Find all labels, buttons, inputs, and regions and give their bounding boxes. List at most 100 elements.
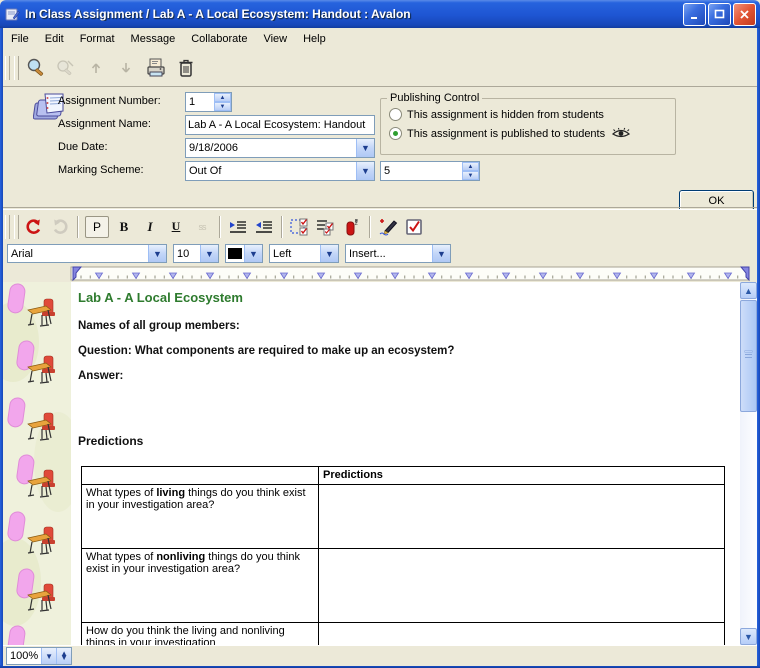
stepper-arrows[interactable]: ▲▼ <box>214 93 231 111</box>
undo-icon[interactable] <box>23 216 45 238</box>
due-date-combo[interactable]: 9/18/2006 ▼ <box>185 138 375 158</box>
print-icon[interactable] <box>143 55 169 81</box>
marking-scheme-combo[interactable]: Out Of ▼ <box>185 161 375 181</box>
application-window: In Class Assignment / Lab A - A Local Ec… <box>0 0 760 668</box>
header-cell-predictions: Predictions <box>319 467 725 485</box>
ruler[interactable] <box>3 265 757 282</box>
answer-cell[interactable] <box>319 549 725 623</box>
indent-icon[interactable] <box>227 216 249 238</box>
radio-icon-unselected[interactable] <box>389 108 402 121</box>
title-bar[interactable]: In Class Assignment / Lab A - A Local Ec… <box>0 0 760 28</box>
document-paragraph: Names of all group members: <box>78 320 240 332</box>
close-button[interactable] <box>733 3 756 26</box>
chevron-down-icon[interactable]: ▼ <box>200 245 218 262</box>
minimize-button[interactable] <box>683 3 706 26</box>
alignment-combo[interactable]: Left ▼ <box>269 244 339 263</box>
table-header-row: Predictions <box>82 467 725 485</box>
window-app-icon <box>4 6 20 22</box>
chevron-down-icon[interactable]: ▼ <box>148 245 166 262</box>
bold-button[interactable]: B <box>113 216 135 238</box>
italic-button[interactable]: I <box>139 216 161 238</box>
zoom-control[interactable]: 100% ▼ ▲▼ <box>6 647 72 665</box>
redo-icon-disabled <box>49 216 71 238</box>
table-row: What types of living things do you think… <box>82 485 725 549</box>
menu-message[interactable]: Message <box>123 30 184 48</box>
document-content[interactable]: Lab A - A Local Ecosystem Names of all g… <box>71 282 740 645</box>
menu-format[interactable]: Format <box>72 30 123 48</box>
strikethrough-icon-disabled: ss <box>191 216 213 238</box>
font-size-combo[interactable]: 10 ▼ <box>173 244 219 263</box>
toolbar-grip[interactable] <box>14 56 19 80</box>
menu-edit[interactable]: Edit <box>37 30 72 48</box>
chevron-down-icon[interactable]: ▼ <box>244 245 262 262</box>
chevron-down-icon[interactable]: ▼ <box>320 245 338 262</box>
insert-combo[interactable]: Insert... ▼ <box>345 244 451 263</box>
zoom-icon[interactable] <box>23 55 49 81</box>
delete-trash-icon[interactable] <box>173 55 199 81</box>
next-icon-disabled <box>113 55 139 81</box>
document-paragraph: Question: What components are required t… <box>78 345 454 357</box>
previous-icon-disabled <box>83 55 109 81</box>
toolbar-grip[interactable] <box>5 56 10 80</box>
paragraph-style-button[interactable]: P <box>85 216 109 238</box>
marking-points-stepper[interactable]: 5 ▲▼ <box>380 161 480 181</box>
auto-number-icon[interactable]: 2 <box>341 216 363 238</box>
radio-published-option[interactable]: This assignment is published to students <box>389 127 631 140</box>
scroll-down-icon[interactable]: ▼ <box>740 628 757 645</box>
assignment-name-label: Assignment Name: <box>58 118 151 130</box>
font-family-combo[interactable]: Arial ▼ <box>7 244 167 263</box>
chevron-down-icon[interactable]: ▼ <box>356 162 374 180</box>
chevron-down-icon[interactable]: ▼ <box>432 245 450 262</box>
multiple-choice-icon[interactable] <box>289 216 311 238</box>
document-editor[interactable]: Lab A - A Local Ecosystem Names of all g… <box>3 282 757 645</box>
vertical-scrollbar[interactable]: ▲ ▼ <box>740 282 757 645</box>
outdent-icon[interactable] <box>253 216 275 238</box>
divider <box>369 216 371 238</box>
menu-view[interactable]: View <box>255 30 295 48</box>
zoom-stepper[interactable]: ▲▼ <box>56 648 71 664</box>
menu-collaborate[interactable]: Collaborate <box>183 30 255 48</box>
font-toolbar: Arial ▼ 10 ▼ ▼ Left ▼ Insert... ▼ <box>3 242 757 265</box>
toolbar-grip[interactable] <box>5 215 10 239</box>
checkbox-icon[interactable] <box>403 216 425 238</box>
menu-file[interactable]: File <box>3 30 37 48</box>
annotate-pencil-icon[interactable] <box>377 216 399 238</box>
checklist-icon[interactable] <box>315 216 337 238</box>
chevron-down-icon[interactable]: ▼ <box>356 139 374 157</box>
svg-text:2: 2 <box>355 221 359 227</box>
zoom-value: 100% <box>7 650 41 662</box>
main-toolbar <box>3 50 757 86</box>
assignment-number-label: Assignment Number: <box>58 95 161 107</box>
stationery-margin-decoration <box>3 282 71 645</box>
divider <box>281 216 283 238</box>
assignment-name-field[interactable] <box>185 115 375 135</box>
status-bar: 100% ▼ ▲▼ <box>3 645 757 666</box>
radio-icon-selected[interactable] <box>389 127 402 140</box>
document-paragraph: Answer: <box>78 370 123 382</box>
scroll-up-icon[interactable]: ▲ <box>740 282 757 299</box>
radio-hidden-option[interactable]: This assignment is hidden from students <box>389 108 604 121</box>
maximize-button[interactable] <box>708 3 731 26</box>
answer-cell[interactable] <box>319 485 725 549</box>
publishing-control-title: Publishing Control <box>387 92 482 104</box>
assignment-form: Assignment Number: 1 ▲▼ Assignment Name:… <box>3 87 757 207</box>
menu-help[interactable]: Help <box>295 30 334 48</box>
assignment-name-input[interactable] <box>186 119 374 131</box>
font-color-combo[interactable]: ▼ <box>225 244 263 263</box>
scrollbar-thumb[interactable] <box>740 300 757 412</box>
divider <box>77 216 79 238</box>
underline-button[interactable]: U <box>165 216 187 238</box>
answer-cell[interactable] <box>319 623 725 646</box>
toolbar-grip[interactable] <box>14 215 19 239</box>
header-cell-empty <box>82 467 319 485</box>
publishing-control-group: Publishing Control This assignment is hi… <box>380 98 676 155</box>
stepper-arrows[interactable]: ▲▼ <box>462 162 479 180</box>
assignment-number-stepper[interactable]: 1 ▲▼ <box>185 92 232 112</box>
table-row: How do you think the living and nonlivin… <box>82 623 725 646</box>
section-heading: Predictions <box>78 434 143 448</box>
chevron-down-icon[interactable]: ▼ <box>41 648 56 664</box>
marking-scheme-label: Marking Scheme: <box>58 164 144 176</box>
format-toolbar: P B I U ss 2 <box>3 209 757 243</box>
table-row: What types of nonliving things do you th… <box>82 549 725 623</box>
eye-icon <box>611 127 631 140</box>
